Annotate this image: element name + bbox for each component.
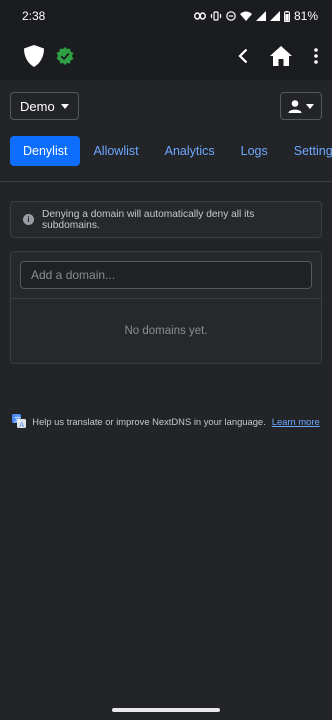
caret-down-icon	[60, 103, 69, 109]
signal-icon-2	[269, 11, 280, 21]
empty-state: No domains yet.	[124, 325, 208, 337]
svg-text:A: A	[19, 421, 24, 428]
nav-tabs: Denylist Allowlist Analytics Logs Settin…	[0, 120, 332, 169]
wifi-icon	[239, 11, 252, 21]
back-chevron-icon[interactable]	[238, 48, 248, 64]
tab-analytics[interactable]: Analytics	[152, 136, 228, 166]
status-icons: 81%	[194, 9, 318, 23]
add-domain-input[interactable]	[20, 261, 312, 289]
translate-text: Help us translate or improve NextDNS in …	[32, 415, 266, 427]
user-icon	[288, 99, 302, 113]
more-vert-icon[interactable]	[314, 48, 318, 64]
info-text: Denying a domain will automatically deny…	[42, 208, 255, 231]
vibrate-icon	[210, 11, 222, 21]
tab-logs[interactable]: Logs	[228, 136, 281, 166]
battery-percent: 81%	[293, 9, 318, 23]
home-indicator[interactable]	[112, 708, 220, 712]
dnd-icon	[226, 11, 236, 21]
link-icon	[194, 12, 206, 20]
translate-icon: 文A	[12, 414, 27, 428]
tab-denylist[interactable]: Denylist	[10, 136, 81, 166]
status-time: 2:38	[22, 9, 46, 23]
tab-settings[interactable]: Settings	[281, 136, 332, 166]
caret-down-icon	[306, 103, 314, 109]
translate-note: 文A Help us translate or improve NextDNS …	[0, 414, 332, 428]
status-bar: 2:38 81%	[0, 0, 332, 32]
denylist-card: No domains yet.	[10, 251, 322, 364]
profile-selector-button[interactable]: Demo	[10, 92, 79, 120]
tabs-divider	[0, 181, 332, 182]
signal-icon	[255, 11, 266, 21]
verified-badge-icon	[56, 47, 74, 65]
account-menu-button[interactable]	[280, 92, 322, 120]
main-content: Demo Denylist Allowlist Analytics Logs S…	[0, 80, 332, 428]
home-icon[interactable]	[270, 46, 292, 66]
info-icon: i	[23, 214, 34, 225]
app-bar	[0, 32, 332, 80]
shield-logo-icon	[24, 45, 44, 67]
tab-allowlist[interactable]: Allowlist	[80, 136, 151, 166]
learn-more-link[interactable]: Learn more	[272, 416, 320, 427]
profile-label: Demo	[20, 98, 55, 114]
battery-icon	[283, 10, 290, 22]
info-alert: i Denying a domain will automatically de…	[10, 201, 322, 238]
